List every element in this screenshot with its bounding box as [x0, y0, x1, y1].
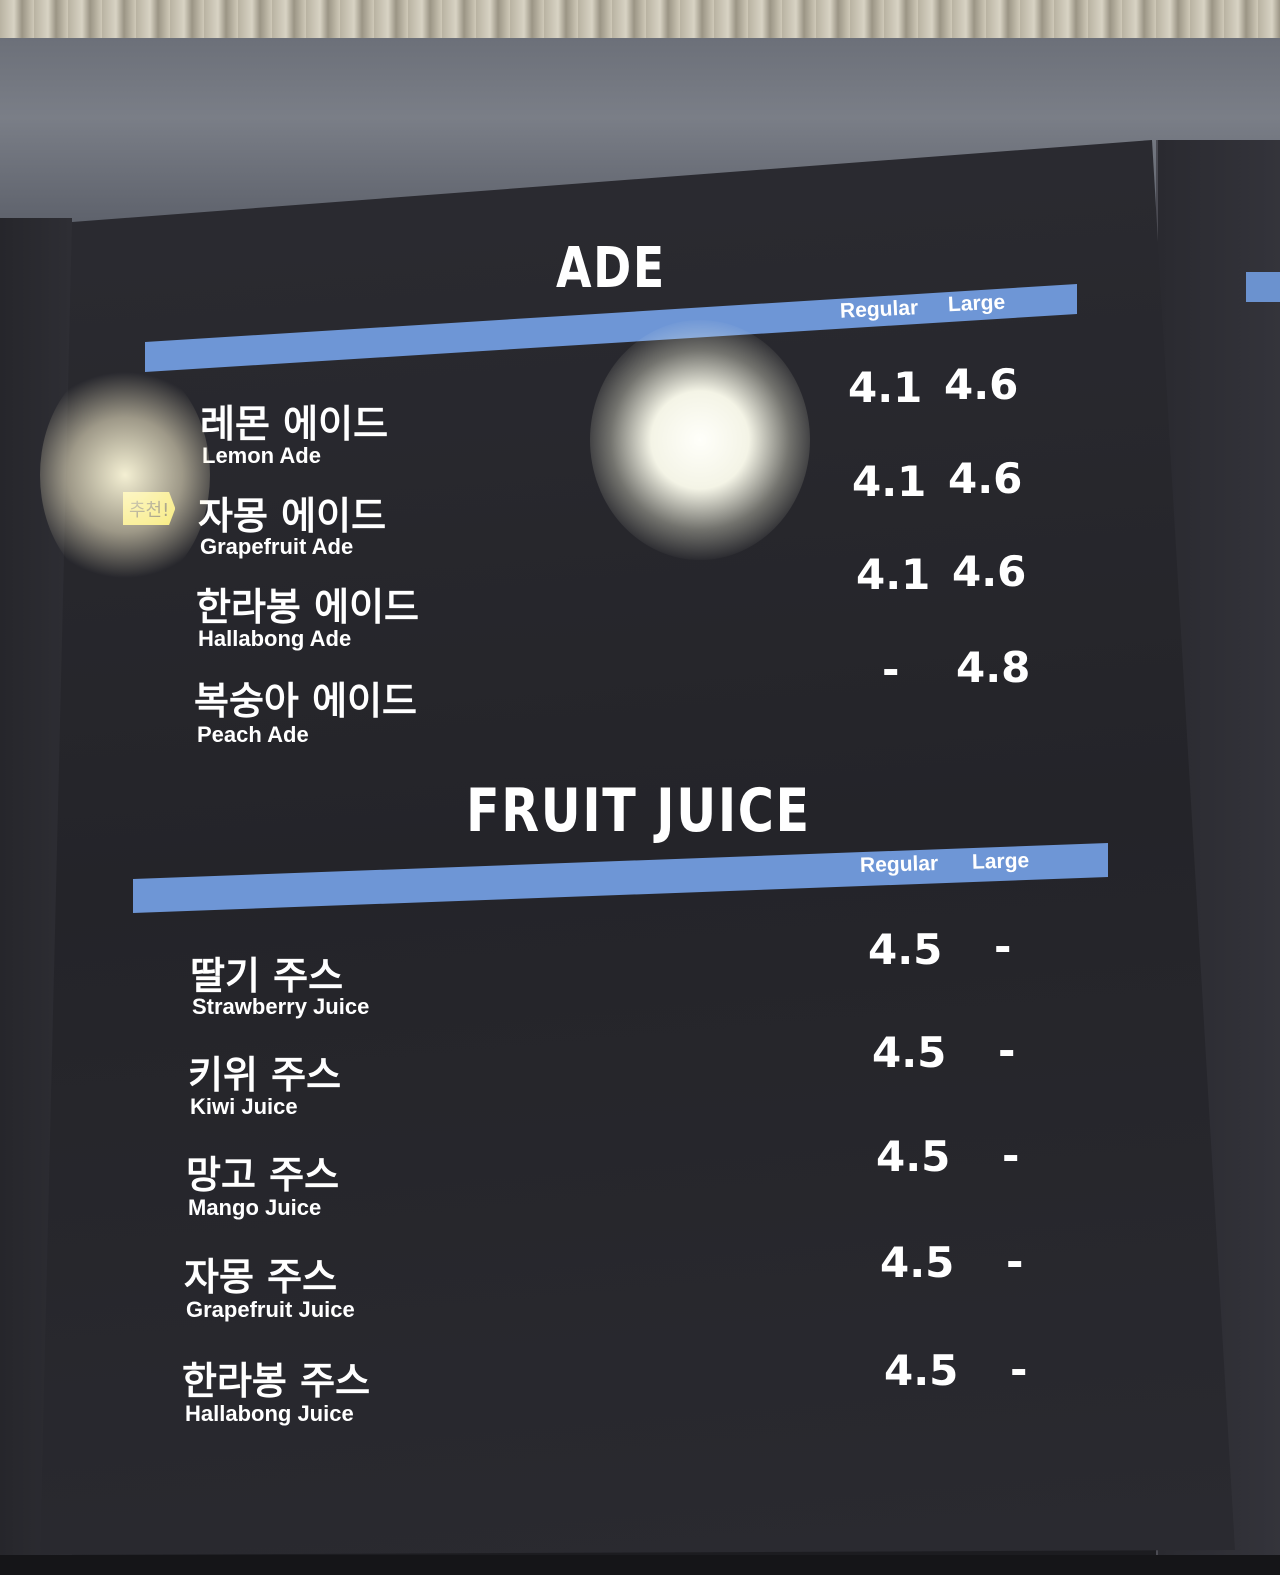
juice-item-mango-ko: 망고 주스 — [186, 1153, 340, 1197]
juice-strawberry-regular-price: 4.5 — [868, 925, 943, 974]
ade-item-grapefruit-en: Grapefruit Ade — [200, 534, 354, 559]
ade-peach-regular-price: - — [882, 645, 900, 694]
ade-section-title: ADE — [556, 236, 666, 301]
ade-grapefruit-regular-price: 4.1 — [852, 457, 927, 506]
juice-item-kiwi-en: Kiwi Juice — [190, 1094, 298, 1119]
ade-item-grapefruit-ko: 자몽 에이드 — [198, 494, 387, 538]
ade-hallabong-large-price: 4.6 — [952, 547, 1027, 596]
juice-kiwi-regular-price: 4.5 — [872, 1028, 947, 1077]
juice-kiwi-large-price: - — [998, 1026, 1016, 1075]
juice-hallabong-large-price: - — [1010, 1345, 1028, 1394]
juice-item-strawberry-en: Strawberry Juice — [192, 994, 370, 1019]
juice-item-kiwi-ko: 키위 주스 — [188, 1053, 342, 1097]
ade-item-peach-ko: 복숭아 에이드 — [194, 679, 417, 723]
ade-item-lemon-en: Lemon Ade — [202, 443, 321, 468]
juice-section-title: FRUIT JUICE — [466, 776, 811, 846]
ade-lemon-regular-price: 4.1 — [848, 363, 923, 412]
recommended-tag: 추천! — [123, 492, 176, 525]
juice-grapefruit-large-price: - — [1006, 1237, 1024, 1286]
juice-large-header: Large — [971, 849, 1030, 874]
juice-regular-header: Regular — [859, 851, 939, 878]
ade-lemon-large-price: 4.6 — [944, 360, 1019, 409]
ade-grapefruit-large-price: 4.6 — [948, 454, 1023, 503]
ade-item-hallabong-ko: 한라봉 에이드 — [196, 585, 419, 629]
juice-item-grapefruit-en: Grapefruit Juice — [186, 1297, 355, 1322]
ade-hallabong-regular-price: 4.1 — [856, 550, 931, 599]
ade-item-hallabong-en: Hallabong Ade — [198, 626, 352, 651]
juice-hallabong-regular-price: 4.5 — [884, 1346, 959, 1395]
juice-item-strawberry-ko: 딸기 주스 — [190, 954, 344, 998]
juice-grapefruit-regular-price: 4.5 — [880, 1238, 955, 1287]
juice-item-hallabong-ko: 한라봉 주스 — [182, 1359, 371, 1403]
juice-mango-large-price: - — [1002, 1131, 1020, 1180]
ade-large-header: Large — [947, 290, 1006, 317]
ade-peach-large-price: 4.8 — [956, 643, 1031, 692]
right-panel-band — [1246, 272, 1280, 302]
board-bottom-edge — [0, 1555, 1280, 1575]
juice-item-grapefruit-ko: 자몽 주스 — [184, 1255, 338, 1299]
juice-strawberry-large-price: - — [994, 922, 1012, 971]
juice-item-hallabong-en: Hallabong Juice — [185, 1401, 354, 1426]
juice-item-mango-en: Mango Juice — [188, 1195, 322, 1220]
ade-item-lemon-ko: 레몬 에이드 — [200, 402, 389, 446]
ade-item-peach-en: Peach Ade — [197, 722, 309, 747]
juice-mango-regular-price: 4.5 — [876, 1132, 951, 1181]
ade-regular-header: Regular — [839, 296, 919, 323]
ceiling-slats — [0, 0, 1280, 38]
